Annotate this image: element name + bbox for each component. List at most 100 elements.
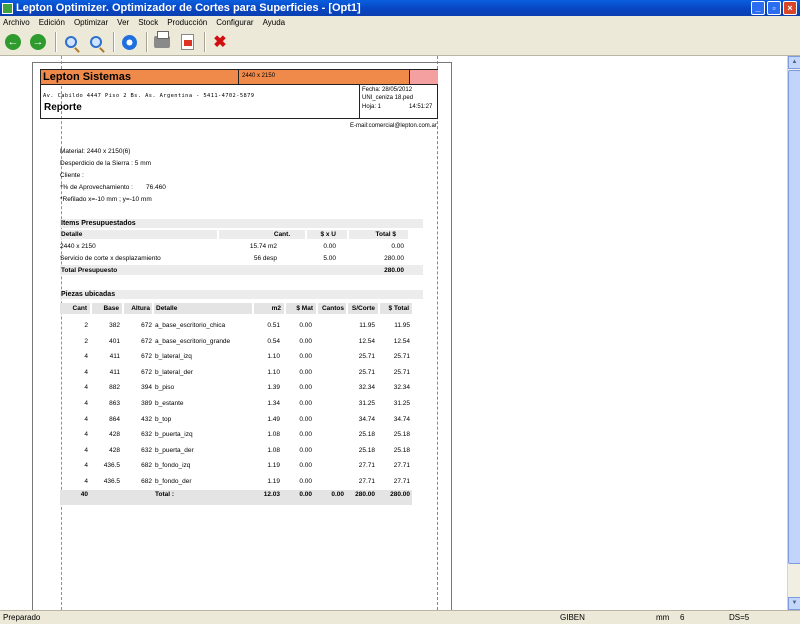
- report-meta: Fecha: 28/05/2012 UNI_ceniza 18.ped Hoja…: [359, 85, 438, 119]
- piece-qty: 4: [84, 353, 88, 361]
- pieces-total-cell: 12.03: [263, 490, 280, 498]
- piece-total: 34.74: [393, 415, 410, 423]
- budget-total: 0.00: [391, 243, 404, 250]
- print-button[interactable]: [152, 31, 172, 52]
- piece-scorte: 25.18: [358, 431, 375, 439]
- piece-height: 632: [141, 446, 152, 454]
- piece-base: 864: [109, 415, 120, 423]
- pieces-total-cell: 0.00: [299, 490, 312, 498]
- table-row: 4 411 672 b_lateral_der 1.10 0.00 25.71 25.71: [60, 365, 412, 380]
- piece-scorte: 25.18: [358, 446, 375, 454]
- piece-height: 672: [141, 322, 152, 329]
- menu-ver[interactable]: Ver: [117, 18, 129, 27]
- minimize-button[interactable]: _: [751, 1, 765, 15]
- budget-header-cant: Cant.: [219, 230, 305, 239]
- status-number: 6: [680, 613, 685, 622]
- piece-base: 382: [109, 322, 120, 329]
- zoom-in-button[interactable]: [61, 32, 81, 52]
- toolbar-separator: [55, 32, 57, 52]
- piece-qty: 4: [84, 415, 88, 423]
- piece-qty: 4: [84, 400, 88, 407]
- budget-unit: 5.00: [323, 255, 336, 262]
- restore-button[interactable]: ▫: [767, 1, 781, 15]
- menu-produccion[interactable]: Producción: [167, 18, 207, 27]
- settings-button[interactable]: [119, 32, 139, 52]
- budget-total-value: 280.00: [384, 267, 404, 274]
- scroll-thumb[interactable]: [788, 70, 800, 564]
- scroll-up-arrow-icon[interactable]: ▲: [788, 56, 800, 69]
- application-window: Lepton Optimizer. Optimizador de Cortes …: [0, 0, 800, 624]
- piece-detail: a_base_escritorio_grande: [155, 337, 231, 345]
- right-margin-guide: [437, 56, 438, 610]
- piece-scorte: 25.71: [358, 353, 375, 361]
- piece-base: 411: [109, 353, 120, 361]
- usage-label: *% de Aprovechamiento :: [60, 184, 133, 191]
- pieces-header-cant: Cant: [60, 303, 90, 314]
- piece-m2: 1.10: [267, 353, 280, 361]
- budget-detail: 2440 x 2150: [60, 243, 96, 250]
- menu-archivo[interactable]: Archivo: [3, 18, 30, 27]
- piece-m2: 1.08: [267, 431, 280, 439]
- report-header: Lepton Sistemas 2440 x 2150 Av. Cabildo …: [40, 69, 438, 119]
- piece-height: 672: [141, 368, 152, 376]
- piece-total: 27.71: [393, 478, 410, 485]
- close-button[interactable]: ×: [783, 1, 797, 15]
- piece-mat: 0.00: [299, 368, 312, 376]
- piece-base: 436.5: [103, 462, 120, 470]
- trim-info: *Refilado x=-10 mm ; y=-10 mm: [60, 196, 152, 203]
- vertical-scrollbar[interactable]: ▲ ▼: [787, 56, 800, 610]
- forward-button[interactable]: →: [28, 32, 48, 52]
- material-info: Material: 2440 x 2150(6): [60, 148, 131, 155]
- toolbar: ← → ✖: [0, 29, 800, 56]
- piece-mat: 0.00: [299, 400, 312, 407]
- piece-detail: b_estante: [155, 400, 184, 407]
- zoom-in-icon: [65, 36, 77, 48]
- piece-detail: b_puerta_der: [155, 446, 194, 454]
- close-report-button[interactable]: ✖: [210, 32, 230, 52]
- piece-mat: 0.00: [299, 415, 312, 423]
- menu-bar: Archivo Edición Optimizar Ver Stock Prod…: [0, 16, 800, 29]
- zoom-out-button[interactable]: [86, 32, 106, 52]
- piece-scorte: 12.54: [358, 337, 375, 345]
- piece-height: 672: [141, 353, 152, 361]
- status-text: Preparado: [3, 613, 41, 622]
- forward-arrow-icon: →: [30, 34, 46, 50]
- piece-height: 389: [141, 400, 152, 407]
- piece-total: 11.95: [394, 322, 410, 329]
- piece-mat: 0.00: [299, 462, 312, 470]
- pieces-header-detalle: Detalle: [154, 303, 252, 314]
- piece-detail: b_piso: [155, 384, 175, 392]
- pieces-total-cell: 40: [80, 490, 88, 498]
- budget-header-unit: $ x U: [307, 230, 347, 239]
- budget-total: 280.00: [384, 255, 404, 262]
- piece-detail: b_lateral_der: [155, 368, 193, 376]
- menu-configurar[interactable]: Configurar: [216, 18, 253, 27]
- piece-total: 27.71: [393, 462, 410, 470]
- piece-height: 682: [141, 478, 152, 485]
- piece-total: 25.71: [393, 368, 410, 376]
- piece-height: 394: [141, 384, 152, 392]
- pdf-button[interactable]: [177, 32, 197, 52]
- title-bar[interactable]: Lepton Optimizer. Optimizador de Cortes …: [0, 0, 800, 16]
- table-row: 4 863 389 b_estante 1.34 0.00 31.25 31.25: [60, 396, 412, 411]
- menu-optimizar[interactable]: Optimizar: [74, 18, 108, 27]
- client-info: Cliente :: [60, 172, 84, 179]
- menu-edicion[interactable]: Edición: [39, 18, 65, 27]
- scroll-down-arrow-icon[interactable]: ▼: [788, 597, 800, 610]
- back-button[interactable]: ←: [3, 32, 23, 52]
- table-row: 4 428 632 b_puerta_der 1.08 0.00 25.18 25.18: [60, 443, 412, 458]
- piece-total: 25.18: [393, 446, 410, 454]
- piece-m2: 0.51: [267, 322, 280, 329]
- piece-m2: 1.19: [267, 462, 280, 470]
- menu-ayuda[interactable]: Ayuda: [263, 18, 286, 27]
- menu-stock[interactable]: Stock: [138, 18, 158, 27]
- piece-mat: 0.00: [299, 384, 312, 392]
- pieces-header-mat: $ Mat: [286, 303, 316, 314]
- piece-height: 672: [141, 337, 152, 345]
- report-page-number: Hoja: 1: [362, 104, 382, 110]
- budget-section-title: Items Presupuestados: [60, 219, 423, 228]
- company-address: Av. Cabildo 4447 Piso 2 Bs. As. Argentin…: [43, 93, 255, 99]
- report-file: UNI_ceniza 18.ped: [362, 95, 414, 101]
- piece-m2: 1.49: [267, 415, 280, 423]
- table-row: 4 428 632 b_puerta_izq 1.08 0.00 25.18 25.18: [60, 427, 412, 442]
